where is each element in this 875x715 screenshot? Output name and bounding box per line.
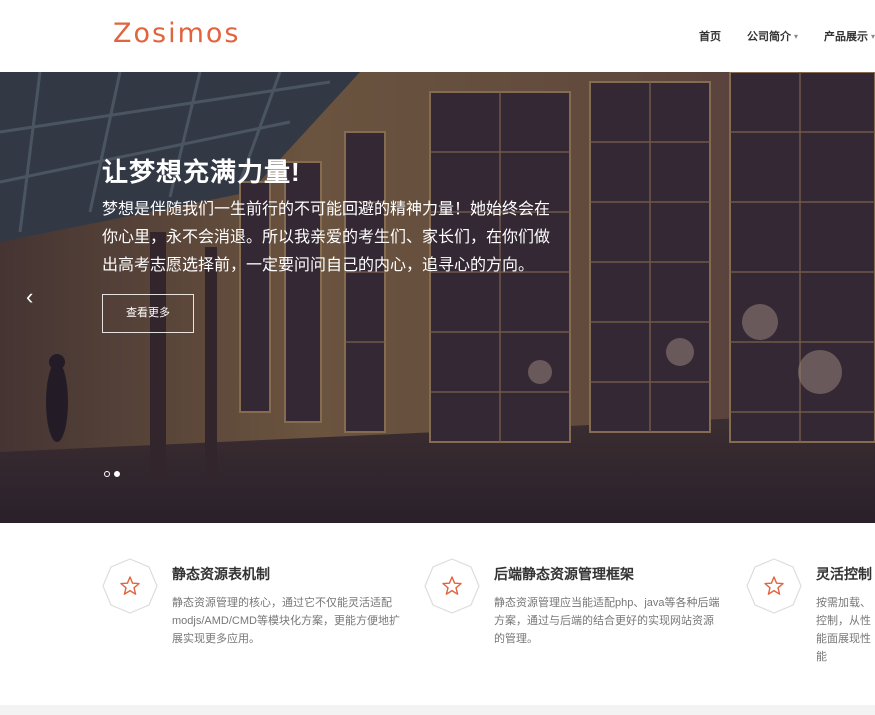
hero-title: 让梦想充满力量! xyxy=(102,157,301,187)
star-icon xyxy=(102,558,158,614)
star-icon xyxy=(424,558,480,614)
hero-carousel: 让梦想充满力量! 梦想是伴随我们一生前行的不可能回避的精神力量！她始终会在你心里… xyxy=(0,72,875,523)
feature-title: 静态资源表机制 xyxy=(172,566,270,582)
feature-text: 按需加载、控制，从性能面展现性能 xyxy=(816,597,871,663)
nav-item-home[interactable]: 首页 xyxy=(699,28,721,44)
header: Zosimos 首页 公司简介 ▾ 产品展示 ▾ xyxy=(0,0,875,72)
chevron-down-icon: ▾ xyxy=(793,31,798,41)
carousel-indicators xyxy=(104,471,120,477)
hero-description: 梦想是伴随我们一生前行的不可能回避的精神力量！她始终会在你心里，永不会消退。所以… xyxy=(102,201,551,274)
nav-item-company[interactable]: 公司简介 ▾ xyxy=(747,28,798,44)
nav-item-label: 首页 xyxy=(698,31,721,43)
feature-text: 静态资源管理的核心，通过它不仅能灵活适配modjs/AMD/CMD等模块化方案，… xyxy=(172,597,400,645)
feature-title: 后端静态资源管理框架 xyxy=(494,566,634,582)
feature-title: 灵活控制 xyxy=(816,566,872,582)
main-nav: 首页 公司简介 ▾ 产品展示 ▾ xyxy=(699,0,875,72)
feature-text: 静态资源管理应当能适配php、java等各种后端方案，通过与后端的结合更好的实现… xyxy=(494,597,720,645)
carousel-dot[interactable] xyxy=(104,471,110,477)
carousel-dot-active[interactable] xyxy=(114,471,120,477)
view-more-button[interactable]: 查看更多 xyxy=(102,294,194,333)
star-icon xyxy=(746,558,802,614)
chevron-down-icon: ▾ xyxy=(870,31,875,41)
nav-item-label: 公司简介 xyxy=(746,31,791,43)
brand-logo[interactable]: Zosimos xyxy=(113,18,240,50)
nav-item-products[interactable]: 产品展示 ▾ xyxy=(824,28,875,44)
nav-item-label: 产品展示 xyxy=(823,31,868,43)
footer-strip xyxy=(0,705,875,715)
chevron-left-icon[interactable]: ‹ xyxy=(26,284,33,310)
